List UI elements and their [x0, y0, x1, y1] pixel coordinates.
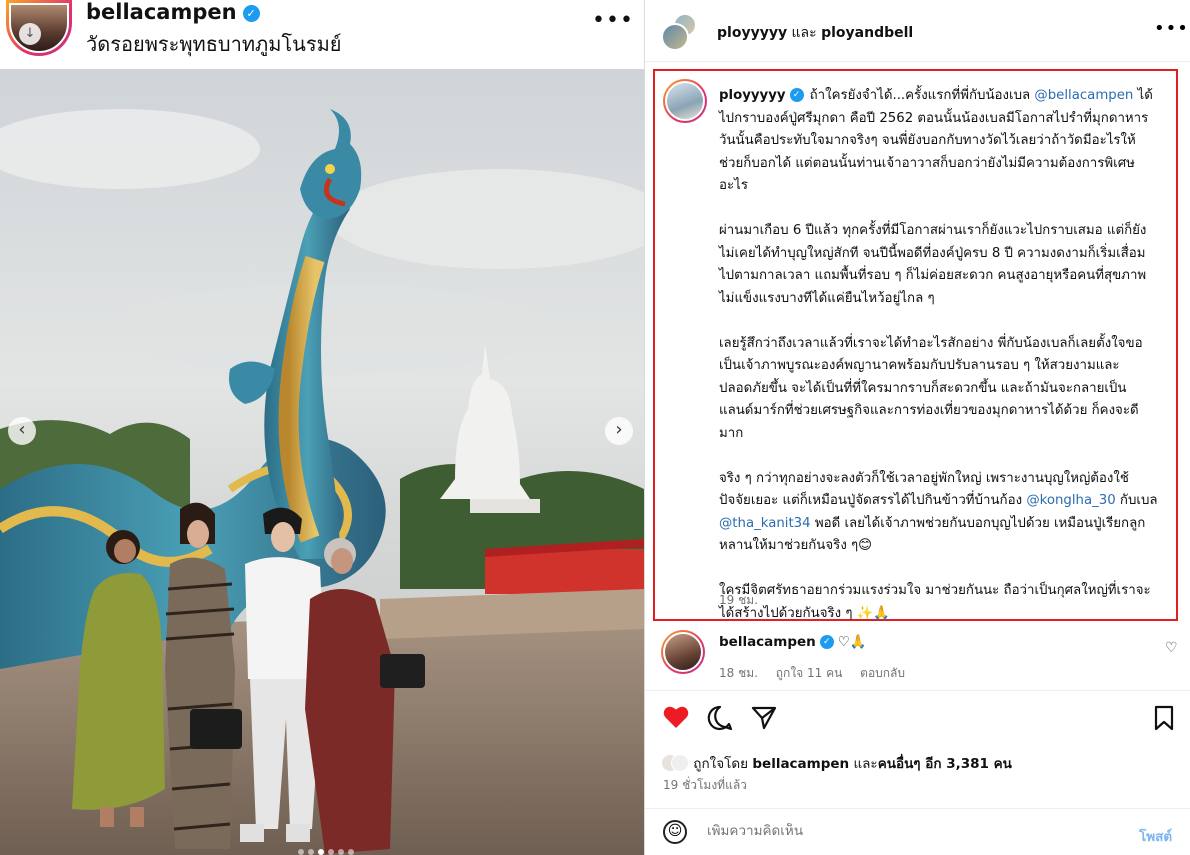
emoji-icon[interactable]: ☺: [663, 820, 687, 844]
comment-text: ♡🙏: [837, 634, 867, 650]
carousel-prev-button[interactable]: ‹: [8, 417, 36, 445]
collab-avatar[interactable]: [661, 23, 689, 51]
verified-icon: ✓: [789, 88, 804, 102]
chevron-right-icon: ›: [615, 419, 623, 440]
comment-item: bellacampen ✓ ♡🙏 18 ชม. ถูกใจ 11 คน ตอบกลั…: [645, 626, 1190, 686]
caption-time: 19 ชม.: [719, 593, 758, 607]
comment-likes[interactable]: ถูกใจ 11 คน: [776, 666, 843, 680]
carousel-dot: [348, 849, 354, 855]
caption-para1-after: ได้ไปกราบองค์ปู่ศรีมุกดา คือปี 2562 ตอนน…: [719, 88, 1153, 193]
caption-text: ployyyyy ✓ ถ้าใครยังจำได้...ครั้งแรกที่พี่…: [719, 85, 1159, 648]
action-bar: [645, 690, 1190, 744]
caption-highlight-box: ployyyyy ✓ ถ้าใครยังจำได้...ครั้งแรกที่พี่…: [653, 69, 1178, 621]
post-header: ↓ bellacampen ✓ วัดรอยพระพุทธบาทภูมโนรมย์…: [0, 0, 644, 69]
carousel-dot: [328, 849, 334, 855]
carousel-dot: [308, 849, 314, 855]
commenter-avatar[interactable]: [661, 630, 705, 674]
liker-avatar: [671, 754, 689, 772]
bookmark-icon[interactable]: [1153, 705, 1175, 736]
collab-title: ployyyyy และ ployandbell: [717, 22, 913, 44]
caption-author-avatar[interactable]: [663, 79, 707, 123]
caption-para5: ใครมีจิตศรัทธาอยากร่วมแรงร่วมใจ มาช่วยกั…: [719, 583, 1151, 621]
download-icon: ↓: [19, 23, 41, 45]
caption-para1-before: ถ้าใครยังจำได้...ครั้งแรกที่พี่กับน้องเบ…: [809, 88, 1035, 103]
comment-icon[interactable]: [707, 705, 733, 736]
comment-reply-button[interactable]: ตอบกลับ: [860, 666, 905, 680]
comment-like-icon[interactable]: ♡: [1165, 640, 1178, 656]
author-username[interactable]: bellacampen ✓: [86, 0, 260, 24]
add-comment-bar: ☺ โพสต์: [645, 808, 1190, 855]
chevron-left-icon: ‹: [18, 419, 26, 440]
like-icon[interactable]: [663, 705, 689, 734]
post-button[interactable]: โพสต์: [1139, 825, 1172, 847]
likes-summary[interactable]: ถูกใจโดย bellacampen และคนอื่นๆ อีก 3,38…: [661, 752, 1012, 774]
carousel-dot: [318, 849, 324, 855]
collab-header: ployyyyy และ ployandbell •••: [645, 0, 1190, 62]
comment-body: bellacampen ✓ ♡🙏: [719, 634, 867, 650]
mention-link[interactable]: @bellacampen: [1034, 88, 1133, 103]
collab-user-2[interactable]: ployandbell: [821, 25, 913, 41]
more-options-icon[interactable]: •••: [592, 8, 634, 33]
mention-link[interactable]: @tha_kanit34: [719, 516, 811, 531]
posted-ago[interactable]: 19 ชั่วโมงที่แล้ว: [663, 776, 747, 795]
post-location[interactable]: วัดรอยพระพุทธบาทภูมโนรมย์: [86, 28, 341, 60]
likes-others[interactable]: คนอื่นๆ อีก 3,381 คน: [878, 756, 1012, 772]
post-photo: ‹ ›: [0, 69, 644, 855]
carousel-dot: [338, 849, 344, 855]
verified-icon: ✓: [242, 5, 260, 22]
mention-link[interactable]: @konglha_30: [1026, 493, 1115, 508]
photo-illustration: [0, 69, 644, 855]
likes-middle: และ: [849, 756, 878, 772]
carousel-dots: [296, 840, 356, 855]
comment-time: 18 ชม.: [719, 666, 758, 680]
caption-para4-b: กับเบล: [1115, 493, 1158, 508]
verified-icon: ✓: [819, 635, 834, 649]
comment-meta: 18 ชม. ถูกใจ 11 คน ตอบกลับ: [719, 664, 919, 683]
author-avatar[interactable]: ↓: [6, 0, 72, 56]
carousel-next-button[interactable]: ›: [605, 417, 633, 445]
more-options-icon[interactable]: •••: [1154, 18, 1189, 39]
post-media-panel: ↓ bellacampen ✓ วัดรอยพระพุทธบาทภูมโนรมย์…: [0, 0, 644, 855]
carousel-dot: [298, 849, 304, 855]
post-details-panel: ployyyyy และ ployandbell ••• ployyyyy ✓ ถ้…: [644, 0, 1190, 855]
likes-by-user[interactable]: bellacampen: [752, 756, 849, 772]
share-icon[interactable]: [751, 705, 777, 736]
caption-username[interactable]: ployyyyy: [719, 88, 786, 103]
caption-para2: ผ่านมาเกือบ 6 ปีแล้ว ทุกครั้งที่มีโอกาสผ…: [719, 223, 1147, 306]
commenter-username[interactable]: bellacampen: [719, 634, 816, 650]
comment-input[interactable]: [707, 823, 1107, 839]
collab-user-1[interactable]: ployyyyy: [717, 25, 787, 41]
likes-prefix: ถูกใจโดย: [693, 756, 753, 772]
caption-para3: เลยรู้สึกว่าถึงเวลาแล้วที่เราจะได้ทำอะไร…: [719, 335, 1143, 441]
collab-connector: และ: [791, 25, 817, 41]
